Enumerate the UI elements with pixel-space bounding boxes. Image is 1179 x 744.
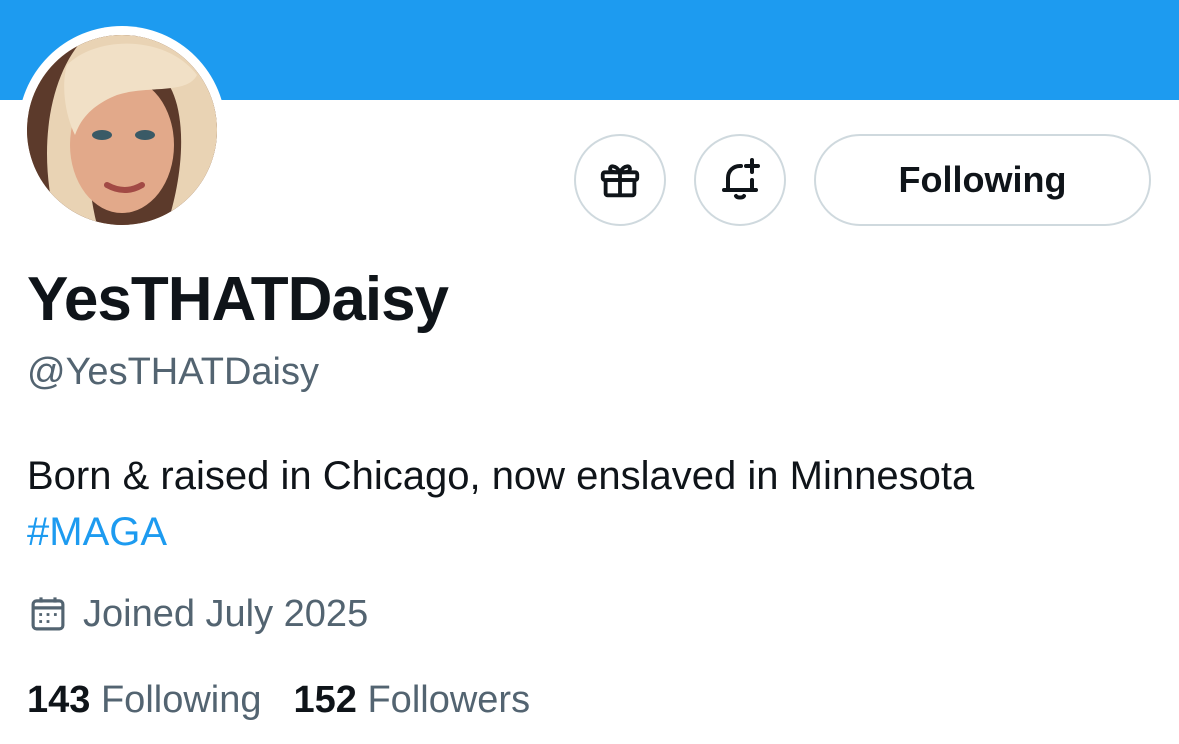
notify-button[interactable] bbox=[694, 134, 786, 226]
calendar-icon bbox=[31, 597, 65, 631]
followers-count: 152 bbox=[293, 679, 357, 721]
handle: @YesTHATDaisy bbox=[27, 351, 319, 393]
following-count: 143 bbox=[27, 679, 91, 721]
followers-stat-link[interactable]: 152 Followers bbox=[294, 676, 531, 724]
followers-label: Followers bbox=[367, 679, 531, 721]
following-label: Following bbox=[100, 679, 262, 721]
avatar-image bbox=[27, 35, 217, 225]
bio: Born & raised in Chicago, now enslaved i… bbox=[27, 448, 1147, 560]
avatar[interactable] bbox=[27, 35, 217, 225]
joined-text: Joined July 2025 bbox=[83, 593, 369, 635]
bio-hashtag-link[interactable]: #MAGA bbox=[27, 504, 1147, 560]
following-stat-link[interactable]: 143 Following bbox=[27, 676, 262, 724]
gift-button[interactable] bbox=[574, 134, 666, 226]
profile-stats: 143 Following 152 Followers bbox=[27, 676, 530, 724]
joined-date: Joined July 2025 bbox=[27, 590, 368, 638]
following-button[interactable]: Following bbox=[814, 134, 1151, 226]
bio-text: Born & raised in Chicago, now enslaved i… bbox=[27, 454, 975, 498]
display-name: YesTHATDaisy bbox=[27, 265, 449, 334]
gift-icon bbox=[600, 164, 640, 198]
bell-plus-icon bbox=[722, 158, 760, 200]
